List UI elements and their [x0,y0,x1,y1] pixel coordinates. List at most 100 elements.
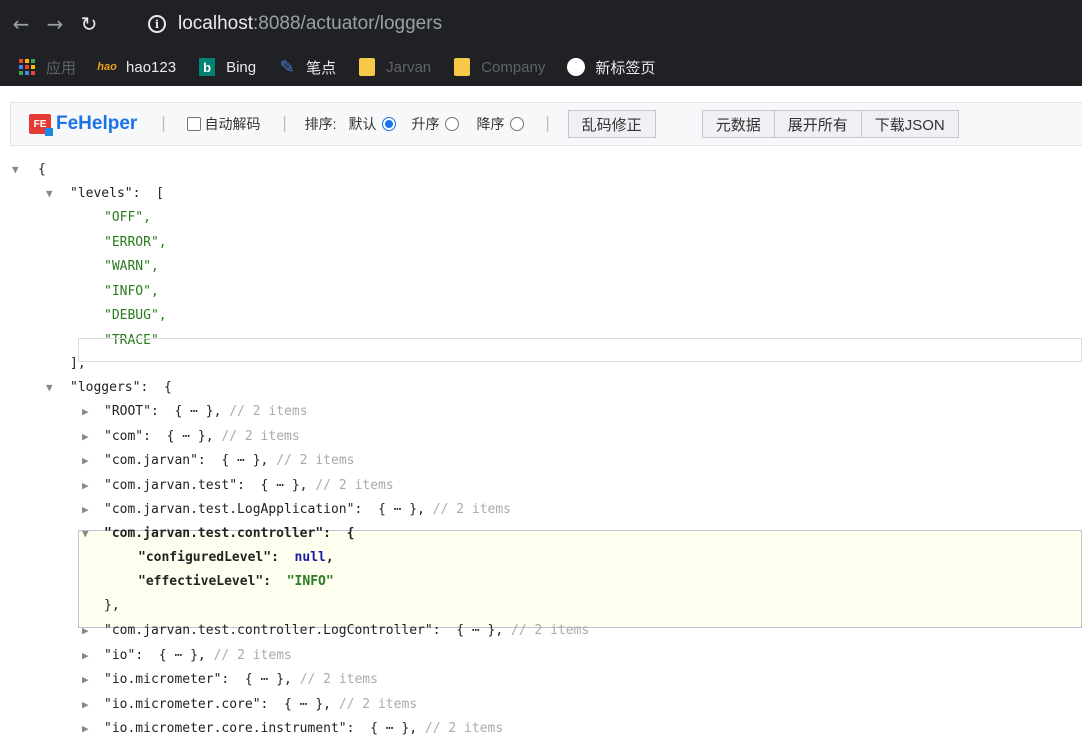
json-expanded-close: }, [104,598,120,613]
collapsed-object-marker[interactable]: { ⋯ }, [159,648,206,663]
url-path: :8088/actuator/loggers [253,13,443,34]
json-collapsed-logger[interactable]: "com": { ⋯ }, // 2 items [104,425,300,449]
auto-decode-checkbox[interactable]: 自动解码 [187,114,260,134]
bookmark-label: Bing [226,58,257,76]
json-collapsed-logger[interactable]: "io.micrometer": { ⋯ }, // 2 items [104,668,378,692]
item-count-comment: // 2 items [424,721,504,736]
bookmark-label: 应用 [46,59,77,77]
expand-toggle-icon[interactable]: ▶ [82,474,94,498]
fix-garbled-button[interactable]: 乱码修正 [567,110,656,138]
json-key: "com.jarvan.test.controller.LogControlle… [104,623,433,638]
json-key: "com.jarvan" [104,453,198,468]
json-collapsed-logger[interactable]: "com.jarvan.test.LogApplication": { ⋯ },… [104,498,511,522]
radio-icon[interactable] [444,117,459,131]
json-collapsed-logger[interactable]: "io.micrometer.core": { ⋯ }, // 2 items [104,693,417,717]
separator: | [545,115,550,132]
bookmark-item[interactable]: hao hao123 [97,58,176,76]
hover-row-highlight [78,338,1082,362]
bookmark-label: 新标签页 [595,59,656,77]
expand-toggle-icon[interactable]: ▶ [82,400,94,424]
collapsed-object-marker[interactable]: { ⋯ }, [284,697,331,712]
item-count-comment: // 2 items [511,623,590,638]
json-collapsed-logger[interactable]: "com.jarvan.test": { ⋯ }, // 2 items [104,474,394,498]
sort-desc-label: 降序 [476,116,505,132]
json-collapsed-logger[interactable]: "com.jarvan.test.controller.LogControlle… [104,619,589,643]
checkbox-icon[interactable] [187,117,202,131]
bookmark-item[interactable]: ✎ 笔点 [278,57,337,78]
globe-icon [567,58,586,76]
bookmark-item[interactable]: 应用 [18,57,76,78]
sort-desc-option[interactable]: 降序 [477,114,524,134]
bookmark-label: Jarvan [386,58,432,76]
radio-selected-icon[interactable] [381,117,396,131]
json-key-levels: "levels": [ [70,186,164,201]
info-icon[interactable]: i [148,15,166,33]
collapsed-object-marker[interactable]: { ⋯ }, [378,502,425,517]
bookmark-item[interactable]: 新标签页 [567,57,655,78]
reload-icon[interactable]: ↻ [76,11,102,37]
expand-toggle-icon[interactable]: ▶ [82,498,94,522]
collapsed-object-marker[interactable]: { ⋯ }, [174,404,221,419]
json-key: "loggers" [70,380,141,395]
back-arrow-icon[interactable]: ← [8,11,34,37]
item-count-comment: // 2 items [276,453,355,468]
url-host: localhost [178,13,253,34]
collapsed-object-marker[interactable]: { ⋯ }, [370,721,417,736]
browser-toolbar: ← → ↻ i localhost:8088/actuator/loggers [0,0,1082,48]
expand-toggle-icon[interactable]: ▶ [82,717,94,741]
sort-label: 排序: [304,116,337,132]
sort-default-label: 默认 [348,116,377,132]
json-root-open: { [38,162,46,177]
expand-toggle-icon[interactable]: ▶ [82,668,94,692]
url-text[interactable]: localhost:8088/actuator/loggers [178,13,442,35]
json-pair-effective-level: "effectiveLevel": "INFO" [138,574,334,589]
json-collapsed-logger[interactable]: "com.jarvan": { ⋯ }, // 2 items [104,449,354,473]
json-array-item: "OFF", [104,210,151,225]
brace: { [163,380,172,395]
sort-default-option[interactable]: 默认 [349,114,396,134]
fehelper-brand: FeHelper [56,113,138,134]
expand-toggle-icon[interactable]: ▶ [82,693,94,717]
expand-toggle-icon[interactable]: ▶ [82,619,94,643]
expand-toggle-icon[interactable]: ▶ [82,449,94,473]
collapse-toggle-icon[interactable]: ▼ [46,182,58,206]
expand-toggle-icon[interactable]: ▶ [82,425,94,449]
collapse-toggle-icon[interactable]: ▼ [82,522,94,546]
collapsed-object-marker[interactable]: { ⋯ }, [456,623,503,638]
fehelper-logo[interactable]: FE FeHelper [29,113,138,136]
collapsed-object-marker[interactable]: { ⋯ }, [167,429,214,444]
bookmark-item[interactable]: b Bing [198,58,256,76]
radio-icon[interactable] [509,117,524,131]
sort-asc-option[interactable]: 升序 [412,114,459,134]
json-array-item: "INFO", [104,283,159,299]
download-json-button[interactable]: 下载JSON [861,110,959,138]
collapse-toggle-icon[interactable]: ▼ [12,158,24,182]
json-collapsed-logger[interactable]: "io.micrometer.core.instrument": { ⋯ }, … [104,717,503,741]
bookmark-item[interactable]: Company [453,58,545,76]
json-key-loggers: "loggers": { [70,380,172,395]
collapsed-object-marker[interactable]: { ⋯ }, [245,672,292,687]
item-count-comment: // 2 items [213,647,292,663]
collapsed-object-marker[interactable]: { ⋯ }, [261,478,308,493]
address-bar[interactable]: i localhost:8088/actuator/loggers [136,6,1076,42]
fehelper-toolbar: FE FeHelper | 自动解码 | 排序: 默认 升序 降序 | 乱码修正… [10,102,1082,146]
json-key: "io.micrometer.core" [104,696,261,712]
item-count-comment: // 2 items [432,502,512,517]
bracket: [ [156,186,164,201]
expand-toggle-icon[interactable]: ▶ [82,644,94,668]
page-content: FE FeHelper | 自动解码 | 排序: 默认 升序 降序 | 乱码修正… [0,86,1082,754]
json-string-value: "INFO" [286,574,334,589]
collapse-toggle-icon[interactable]: ▼ [46,376,58,400]
expand-all-button[interactable]: 展开所有 [774,110,862,138]
json-key: "effectiveLevel" [138,574,264,589]
json-pair-configured-level: "configuredLevel": null, [138,550,334,565]
collapsed-object-marker[interactable]: { ⋯ }, [221,453,268,468]
json-key: "com" [104,428,144,444]
json-key: "com.jarvan.test.LogApplication" [104,502,355,517]
bookmark-item[interactable]: Jarvan [358,58,431,76]
json-collapsed-logger[interactable]: "io": { ⋯ }, // 2 items [104,644,292,668]
metadata-button[interactable]: 元数据 [701,110,775,138]
forward-arrow-icon[interactable]: → [42,11,68,37]
json-key: "levels" [70,186,133,201]
json-collapsed-logger[interactable]: "ROOT": { ⋯ }, // 2 items [104,400,308,424]
